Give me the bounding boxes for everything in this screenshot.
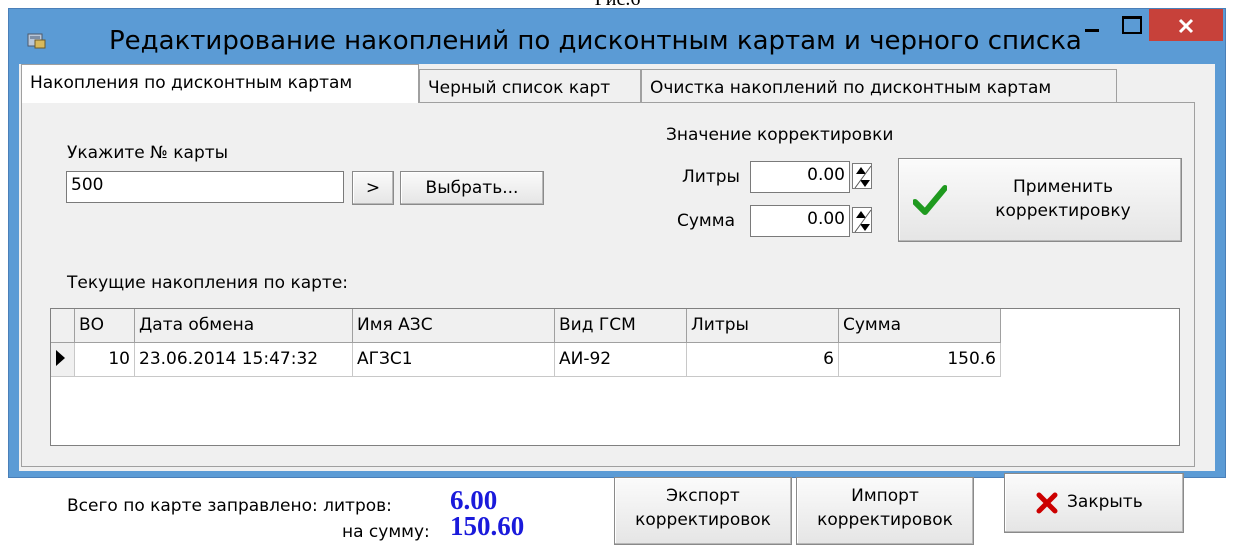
tab-clear-accumulations[interactable]: Очистка накоплений по дисконтным картам: [641, 69, 1117, 104]
dialog-client: Накопления по дисконтным картам Черный с…: [19, 64, 1215, 545]
window-title: Редактирование накоплений по дисконтным …: [109, 26, 1082, 56]
table-cell[interactable]: 6: [687, 343, 839, 377]
row-indicator-header: [51, 309, 75, 343]
sum-spinner[interactable]: [852, 207, 872, 233]
column-header[interactable]: Дата обмена: [135, 309, 353, 343]
spin-arrows-icon: [854, 209, 872, 233]
sum-correction-input[interactable]: 0.00: [750, 205, 850, 237]
apply-label-line2: корректировку: [995, 201, 1131, 221]
export-label-line2: корректировок: [635, 510, 771, 530]
column-header[interactable]: Имя АЗС: [353, 309, 555, 343]
total-liters-label: Всего по карте заправлено: литров:: [67, 496, 392, 516]
maximize-button[interactable]: [1115, 9, 1145, 41]
accumulations-grid[interactable]: ВО Дата обмена Имя АЗС Вид ГСМ Литры Сум…: [50, 308, 1180, 446]
export-label-line1: Экспорт: [666, 486, 740, 506]
close-icon: [1178, 18, 1194, 34]
table-cell[interactable]: АГЗС1: [353, 343, 555, 377]
grid-caption: Текущие накопления по карте:: [67, 273, 349, 293]
table-cell[interactable]: АИ-92: [555, 343, 687, 377]
import-label-line2: корректировок: [817, 510, 953, 530]
app-icon: [27, 31, 47, 49]
import-corrections-button[interactable]: Импорт корректировок: [796, 477, 974, 545]
close-window-button[interactable]: [1149, 9, 1223, 41]
checkmark-icon: [913, 185, 947, 215]
column-header[interactable]: Сумма: [839, 309, 1001, 343]
close-x-icon: [1036, 492, 1058, 514]
title-bar[interactable]: Редактирование накоплений по дисконтным …: [9, 9, 1225, 65]
apply-correction-button[interactable]: Применить корректировку: [898, 158, 1182, 242]
card-number-input[interactable]: 500: [66, 171, 344, 203]
liters-spinner[interactable]: [852, 163, 872, 189]
next-card-button[interactable]: >: [352, 171, 394, 205]
column-header[interactable]: Вид ГСМ: [555, 309, 687, 343]
apply-label-line1: Применить: [1013, 177, 1113, 197]
column-header[interactable]: Литры: [687, 309, 839, 343]
close-button-label: Закрыть: [1067, 492, 1143, 512]
dialog-window: Редактирование накоплений по дисконтным …: [8, 8, 1226, 545]
table-cell[interactable]: 150.6: [839, 343, 1001, 377]
liters-correction-input[interactable]: 0.00: [750, 161, 850, 193]
table-cell[interactable]: 10: [75, 343, 135, 377]
row-indicator[interactable]: [51, 343, 75, 377]
sum-label: Сумма: [677, 211, 735, 231]
correction-group-label: Значение корректировки: [666, 125, 894, 145]
close-button[interactable]: Закрыть: [1004, 473, 1184, 533]
tab-accumulations[interactable]: Накопления по дисконтным картам: [21, 64, 419, 103]
tab-blacklist[interactable]: Черный список карт: [419, 69, 641, 104]
select-card-button[interactable]: Выбрать...: [400, 171, 544, 205]
liters-label: Литры: [682, 167, 740, 187]
total-sum-label: на сумму:: [342, 522, 430, 542]
import-label-line1: Импорт: [851, 486, 919, 506]
table-cell[interactable]: 23.06.2014 15:47:32: [135, 343, 353, 377]
export-corrections-button[interactable]: Экспорт корректировок: [614, 477, 792, 545]
current-row-arrow-icon: [56, 350, 65, 366]
tab-panel: Укажите № карты 500 > Выбрать... Значени…: [21, 102, 1195, 545]
card-number-label: Укажите № карты: [67, 143, 229, 163]
minimize-button[interactable]: [1077, 9, 1105, 41]
spin-arrows-icon: [854, 165, 872, 189]
column-header[interactable]: ВО: [75, 309, 135, 343]
total-sum-value: 150.60: [450, 511, 525, 541]
